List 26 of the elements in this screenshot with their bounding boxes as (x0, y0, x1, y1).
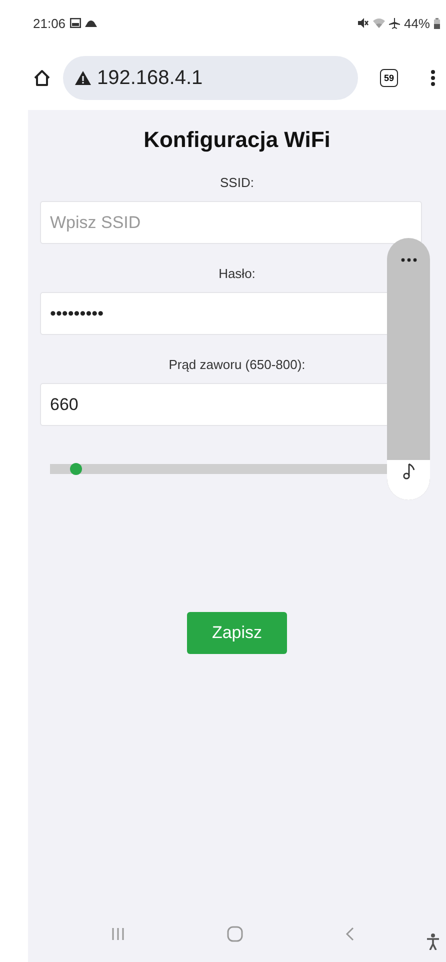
warning-icon (75, 71, 91, 85)
field-label: Hasło: (218, 266, 256, 281)
mute-icon (358, 18, 369, 28)
recent-apps-icon[interactable] (111, 927, 125, 941)
cloud-icon (84, 20, 97, 26)
battery-icon (434, 18, 440, 28)
accessibility-icon[interactable] (426, 933, 440, 950)
back-icon[interactable] (345, 927, 355, 941)
field-label: Prąd zaworu (650-800): (168, 357, 306, 372)
field-label: SSID: (220, 175, 254, 190)
input-field[interactable]: Wpisz SSID (40, 201, 422, 244)
music-note-icon[interactable] (402, 462, 416, 480)
page-title: Konfiguracja WiFi (142, 127, 332, 153)
status-time: 21:06 (33, 16, 66, 30)
battery-percent: 44% (404, 16, 430, 30)
home-button-icon[interactable] (227, 926, 243, 942)
url-text: 192.168.4.1 (97, 66, 203, 90)
airplane-icon (388, 18, 400, 28)
more-horizontal-icon[interactable] (400, 258, 416, 262)
gallery-icon (70, 18, 81, 28)
wifi-icon (372, 18, 385, 28)
home-icon[interactable] (33, 69, 51, 87)
tab-count-button[interactable]: 59 (380, 69, 398, 87)
slider-thumb[interactable] (70, 463, 82, 475)
address-bar[interactable]: 192.168.4.1 (63, 56, 358, 100)
more-icon[interactable] (430, 69, 436, 87)
